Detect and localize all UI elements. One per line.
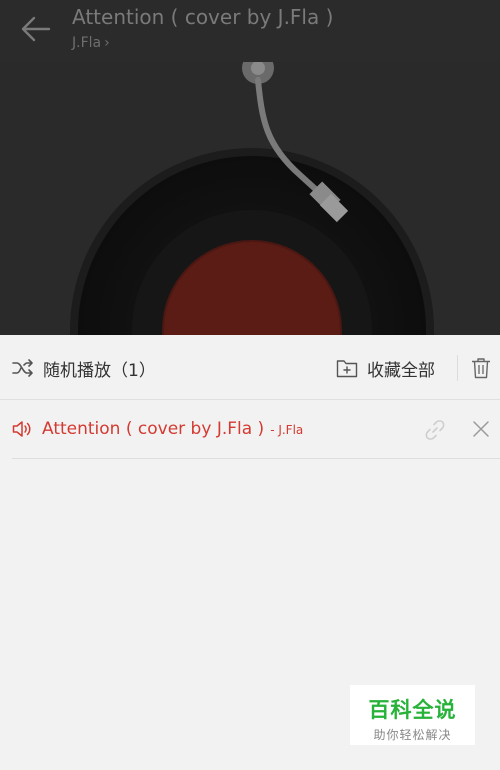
watermark-sub-text: 助你轻松解决 [373, 728, 452, 742]
artist-name: J.Fla [72, 35, 102, 51]
back-button[interactable] [14, 10, 58, 48]
folder-add-icon [336, 360, 358, 378]
close-icon [473, 421, 489, 437]
trash-icon [472, 358, 490, 379]
source-link-button[interactable] [423, 418, 447, 442]
watermark-logo: 百科全说 助你轻松解决 [350, 685, 475, 745]
clear-playlist-button[interactable] [469, 355, 493, 381]
link-icon [425, 420, 445, 440]
song-title: Attention ( cover by J.Fla ) [72, 5, 334, 29]
shuffle-label: 随机播放（1） [43, 360, 156, 381]
player-header: Attention ( cover by J.Fla ) J.Fla › [0, 0, 500, 62]
speaker-playing-icon [12, 421, 31, 437]
playlist-item[interactable]: Attention ( cover by J.Fla ) - J.Fla [12, 399, 500, 459]
remove-item-button[interactable] [470, 418, 492, 440]
playlist-item-title-line: Attention ( cover by J.Fla ) - J.Fla [42, 419, 303, 439]
collect-all-button[interactable]: 收藏全部 [336, 353, 435, 383]
arrow-left-icon [21, 16, 51, 42]
shuffle-icon [12, 359, 33, 377]
playlist-header: 随机播放（1） 收藏全部 [0, 335, 500, 400]
shuffle-play-button[interactable]: 随机播放（1） [12, 353, 156, 383]
collect-all-label: 收藏全部 [367, 360, 435, 381]
playlist-item-artist: - J.Fla [270, 423, 304, 437]
playlist-item-title: Attention ( cover by J.Fla ) [42, 419, 265, 439]
watermark-main-text: 百科全说 [368, 698, 457, 722]
chevron-right-icon: › [104, 35, 110, 51]
artist-link[interactable]: J.Fla › [72, 35, 110, 51]
divider [457, 355, 458, 381]
player-background: Attention ( cover by J.Fla ) J.Fla › [0, 0, 500, 335]
